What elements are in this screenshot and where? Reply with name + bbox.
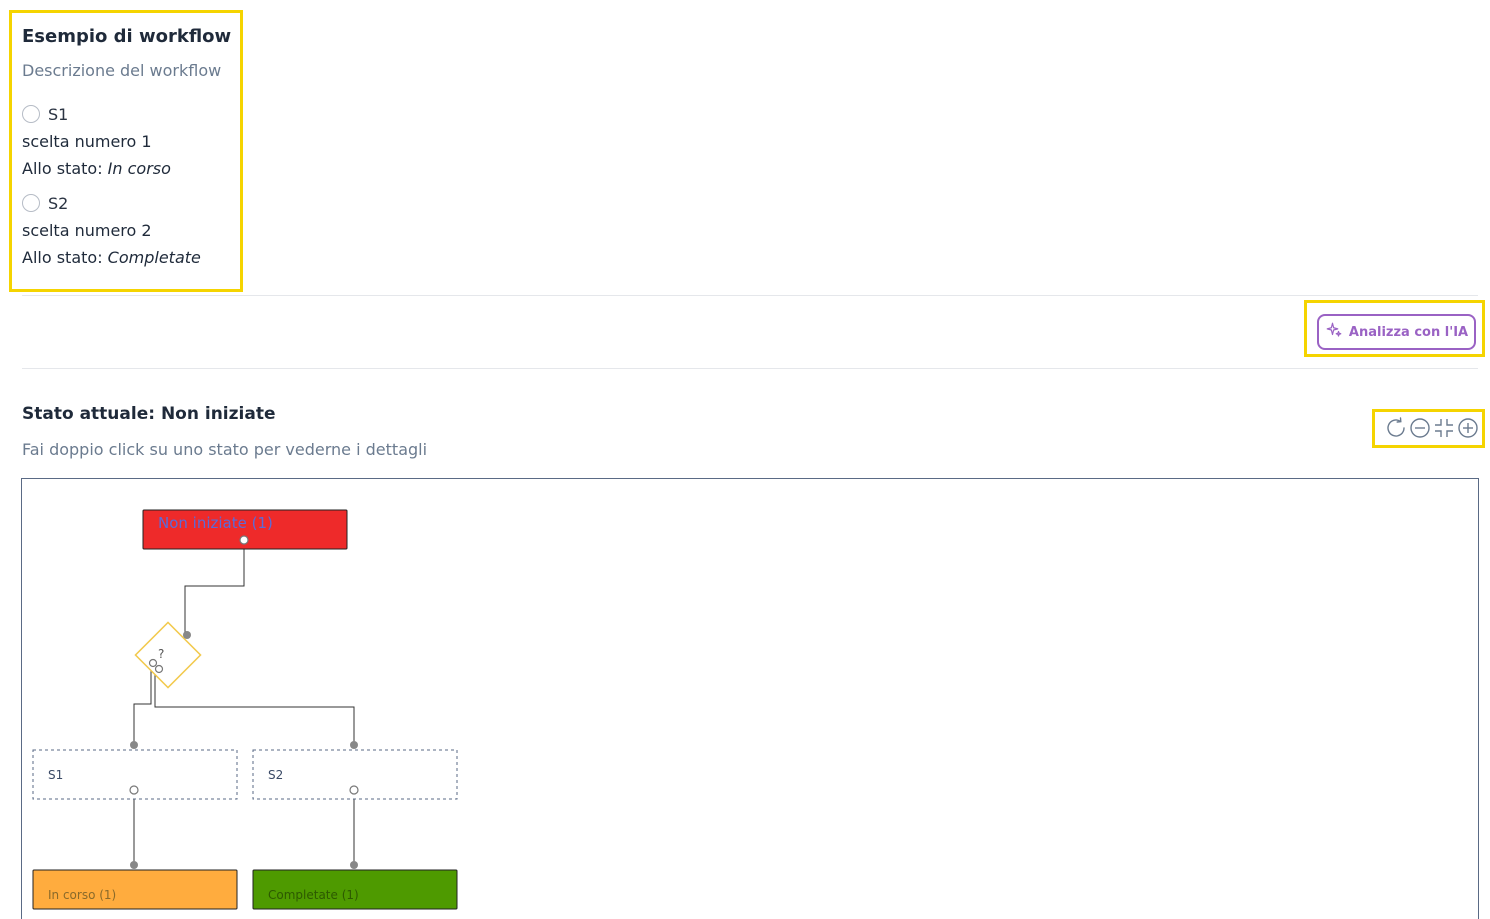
zoom-out-button[interactable]: [1408, 416, 1432, 440]
sparkles-icon: [1325, 321, 1343, 343]
connector-start-decision: [184, 540, 245, 635]
workflow-description: Descrizione del workflow: [22, 61, 222, 80]
fit-icon: [1432, 419, 1456, 444]
choice-description-s1: scelta numero 1: [22, 132, 152, 151]
port-decision-out-1[interactable]: [148, 658, 158, 668]
port-decision-in[interactable]: [183, 631, 191, 639]
choice-radio-s2[interactable]: [22, 194, 40, 212]
node-label-s2: S2: [268, 768, 284, 782]
choice-state-s1: Allo stato: In corso: [22, 159, 171, 178]
choice-radio-s1[interactable]: [22, 105, 40, 123]
connector-decision-s2: [154, 666, 355, 745]
port-completate-in[interactable]: [350, 861, 358, 869]
port-s2-out[interactable]: [349, 785, 359, 795]
divider-bottom: [22, 368, 1478, 369]
node-label-decision: ?: [158, 647, 165, 661]
port-start-out[interactable]: [239, 535, 249, 545]
node-label-completate: Completate (1): [268, 888, 359, 902]
zoom-in-button[interactable]: [1456, 416, 1480, 440]
choice-state-s2: Allo stato: Completate: [22, 248, 201, 267]
choice-label-s1: S1: [48, 105, 69, 124]
connector-decision-s1: [133, 662, 153, 745]
zoom-in-icon: [1456, 418, 1480, 444]
fit-view-button[interactable]: [1432, 416, 1456, 440]
workflow-title: Esempio di workflow: [22, 26, 232, 47]
diagram-svg: [32, 509, 458, 910]
node-label-in-corso: In corso (1): [48, 888, 117, 902]
choice-state-prefix: Allo stato:: [22, 159, 108, 178]
choice-description-s2: scelta numero 2: [22, 221, 152, 240]
workflow-diagram[interactable]: Non iniziate (1) ? S1 S2 In corso (1) Co…: [21, 478, 1479, 919]
choice-label-s2: S2: [48, 194, 69, 213]
port-s1-out[interactable]: [129, 785, 139, 795]
divider-top: [22, 295, 1478, 296]
analyze-ai-label: Analizza con l'IA: [1348, 324, 1469, 340]
choice-state-value: In corso: [107, 159, 171, 178]
port-s1-in[interactable]: [130, 741, 138, 749]
choice-state-value: Completate: [107, 248, 201, 267]
node-label-non-iniziate: Non iniziate (1): [158, 514, 273, 532]
port-decision-out-2[interactable]: [154, 664, 164, 674]
current-state-hint: Fai doppio click su uno stato per vedern…: [22, 440, 428, 459]
refresh-button[interactable]: [1384, 416, 1408, 440]
analyze-ai-button[interactable]: Analizza con l'IA: [1317, 314, 1476, 350]
port-s2-in[interactable]: [350, 741, 358, 749]
zoom-out-icon: [1408, 418, 1432, 444]
port-incorso-in[interactable]: [130, 861, 138, 869]
refresh-icon: [1384, 417, 1408, 444]
node-decision[interactable]: [134, 621, 202, 689]
current-state-title: Stato attuale: Non iniziate: [22, 404, 276, 424]
choice-state-prefix: Allo stato:: [22, 248, 108, 267]
node-label-s1: S1: [48, 768, 64, 782]
